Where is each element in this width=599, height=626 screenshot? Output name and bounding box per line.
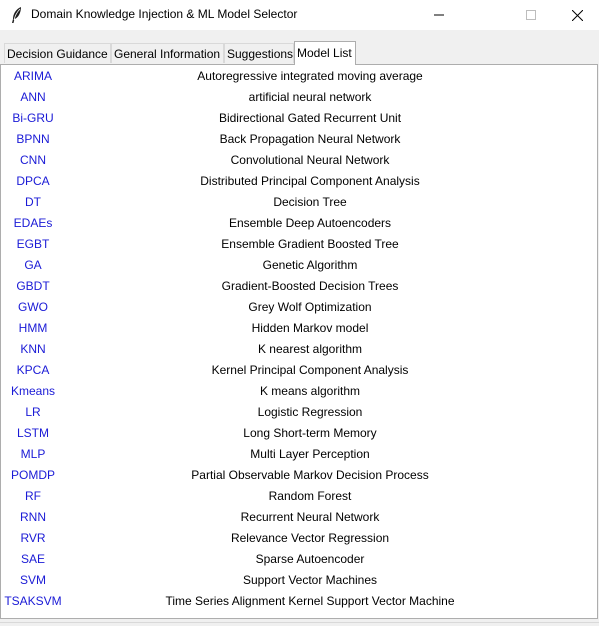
model-row: EGBT Ensemble Gradient Boosted Tree <box>1 234 597 255</box>
model-abbreviation: SVM <box>19 573 46 587</box>
model-row: POMDP Partial Observable Markov Decision … <box>1 465 597 486</box>
model-abbreviation: RF <box>25 489 41 503</box>
model-full-name: Support Vector Machines <box>242 573 378 587</box>
model-abbreviation: SAE <box>20 552 45 566</box>
model-full-name: Hidden Markov model <box>251 321 369 335</box>
tab-bar: Decision Guidance General Information Su… <box>0 41 599 65</box>
model-full-name: Genetic Algorithm <box>262 258 358 272</box>
window-client-area: Decision Guidance General Information Su… <box>0 30 599 626</box>
model-list-panel: ARIMA Autoregressive integrated moving av… <box>0 64 598 619</box>
model-row: RF Random Forest <box>1 486 597 507</box>
model-full-name: Ensemble Deep Autoencoders <box>228 216 392 230</box>
model-row: ARIMA Autoregressive integrated moving av… <box>1 66 597 87</box>
model-row: LSTM Long Short-term Memory <box>1 423 597 444</box>
model-row: Kmeans K means algorithm <box>1 381 597 402</box>
model-row: ANN artificial neural network <box>1 87 597 108</box>
model-row: TSAKSVM Time Series Alignment Kernel Supp… <box>1 591 597 612</box>
close-button[interactable] <box>554 0 599 30</box>
model-row: DPCA Distributed Principal Component Anal… <box>1 171 597 192</box>
model-full-name: Autoregressive integrated moving average <box>197 69 423 83</box>
minimize-icon <box>434 14 444 16</box>
model-full-name: Bidirectional Gated Recurrent Unit <box>218 111 402 125</box>
model-row: CNN Convolutional Neural Network <box>1 150 597 171</box>
tab-decision-guidance[interactable]: Decision Guidance <box>4 43 111 63</box>
model-row: EDAEs Ensemble Deep Autoencoders <box>1 213 597 234</box>
model-full-name: Multi Layer Perception <box>250 447 370 461</box>
model-abbreviation: CNN <box>20 153 46 167</box>
model-abbreviation: EGBT <box>16 237 50 251</box>
feather-icon <box>12 7 21 23</box>
close-icon <box>571 9 583 21</box>
model-full-name: Decision Tree <box>273 195 347 209</box>
model-abbreviation: HMM <box>18 321 48 335</box>
model-abbreviation: GBDT <box>16 279 50 293</box>
model-row: LR Logistic Regression <box>1 402 597 423</box>
model-full-name: Grey Wolf Optimization <box>248 300 372 314</box>
model-abbreviation: DPCA <box>16 174 50 188</box>
model-abbreviation: RVR <box>20 531 46 545</box>
model-abbreviation: RNN <box>20 510 46 524</box>
model-row: GWO Grey Wolf Optimization <box>1 297 597 318</box>
model-full-name: Time Series Alignment Kernel Support Vec… <box>165 594 455 608</box>
title-bar[interactable]: Domain Knowledge Injection & ML Model Se… <box>0 0 599 30</box>
model-abbreviation: Kmeans <box>10 384 56 398</box>
model-row: KNN K nearest algorithm <box>1 339 597 360</box>
model-abbreviation: KPCA <box>16 363 50 377</box>
model-full-name: Distributed Principal Component Analysis <box>200 174 420 188</box>
tab-model-list[interactable]: Model List <box>294 41 356 65</box>
model-abbreviation: GWO <box>18 300 48 314</box>
model-abbreviation: DT <box>25 195 41 209</box>
maximize-button[interactable] <box>508 0 554 30</box>
tab-suggestions[interactable]: Suggestions <box>224 43 294 63</box>
model-row: GA Genetic Algorithm <box>1 255 597 276</box>
model-row: HMM Hidden Markov model <box>1 318 597 339</box>
tab-general-information[interactable]: General Information <box>111 43 224 63</box>
model-row: SAE Sparse Autoencoder <box>1 549 597 570</box>
model-row: MLP Multi Layer Perception <box>1 444 597 465</box>
model-row: GBDT Gradient-Boosted Decision Trees <box>1 276 597 297</box>
model-abbreviation: ARIMA <box>13 69 52 83</box>
model-abbreviation: GA <box>24 258 42 272</box>
model-full-name: Kernel Principal Component Analysis <box>211 363 409 377</box>
model-full-name: Logistic Regression <box>257 405 363 419</box>
model-abbreviation: BPNN <box>16 132 50 146</box>
model-full-name: Recurrent Neural Network <box>240 510 380 524</box>
model-row: SVM Support Vector Machines <box>1 570 597 591</box>
model-row: KPCA Kernel Principal Component Analysis <box>1 360 597 381</box>
model-abbreviation: Bi-GRU <box>12 111 54 125</box>
window-title: Domain Knowledge Injection & ML Model Se… <box>31 7 298 21</box>
model-row: BPNN Back Propagation Neural Network <box>1 129 597 150</box>
model-full-name: Gradient-Boosted Decision Trees <box>221 279 399 293</box>
model-row: RVR Relevance Vector Regression <box>1 528 597 549</box>
model-row: RNN Recurrent Neural Network <box>1 507 597 528</box>
model-abbreviation: TSAKSVM <box>4 594 62 608</box>
model-full-name: artificial neural network <box>248 90 372 104</box>
model-full-name: K nearest algorithm <box>257 342 363 356</box>
model-row: DT Decision Tree <box>1 192 597 213</box>
model-full-name: Partial Observable Markov Decision Proce… <box>191 468 429 482</box>
model-abbreviation: MLP <box>20 447 46 461</box>
model-full-name: Random Forest <box>268 489 352 503</box>
model-abbreviation: KNN <box>20 342 46 356</box>
maximize-icon <box>526 10 536 20</box>
model-row: Bi-GRU Bidirectional Gated Recurrent Unit <box>1 108 597 129</box>
model-full-name: Long Short-term Memory <box>243 426 377 440</box>
bottom-divider <box>0 622 599 623</box>
model-abbreviation: EDAEs <box>13 216 53 230</box>
model-full-name: Back Propagation Neural Network <box>219 132 401 146</box>
model-abbreviation: LR <box>25 405 41 419</box>
model-full-name: Ensemble Gradient Boosted Tree <box>221 237 399 251</box>
model-full-name: K means algorithm <box>259 384 361 398</box>
model-full-name: Sparse Autoencoder <box>255 552 365 566</box>
model-abbreviation: POMDP <box>10 468 55 482</box>
model-full-name: Relevance Vector Regression <box>230 531 390 545</box>
minimize-button[interactable] <box>416 0 462 30</box>
model-abbreviation: ANN <box>20 90 46 104</box>
model-abbreviation: LSTM <box>16 426 49 440</box>
model-full-name: Convolutional Neural Network <box>230 153 390 167</box>
